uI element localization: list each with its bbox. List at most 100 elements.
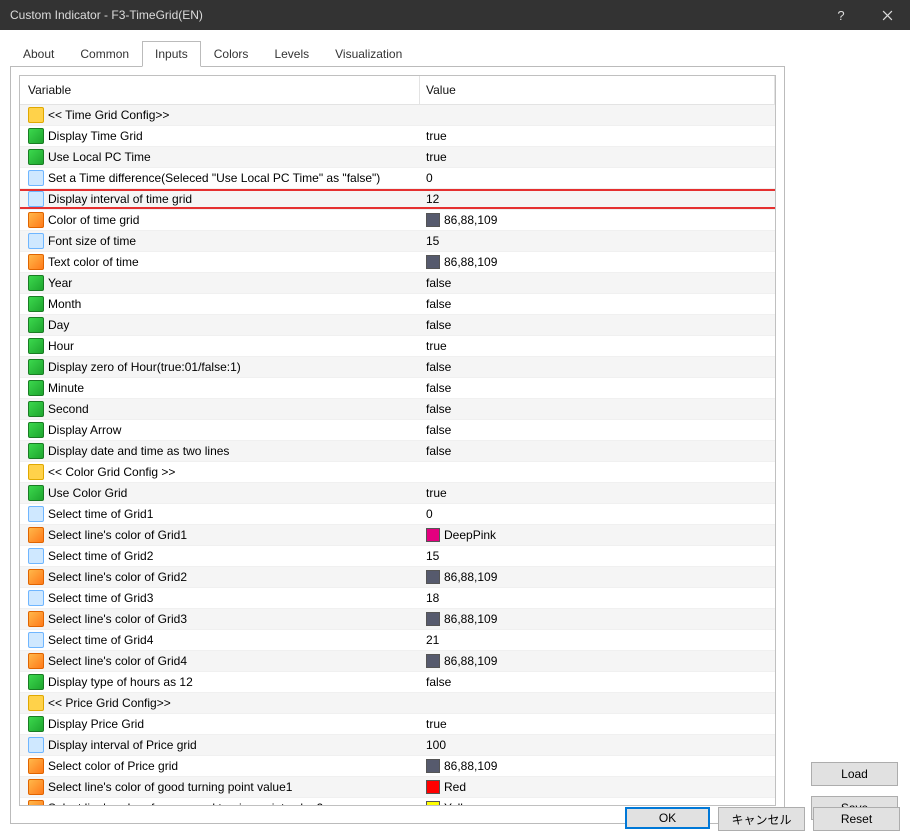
variable-cell: Select time of Grid2: [20, 546, 420, 566]
variable-name: Font size of time: [48, 234, 136, 248]
value-cell[interactable]: 86,88,109: [420, 210, 775, 230]
variable-cell: Display Price Grid: [20, 714, 420, 734]
table-row[interactable]: Select line's color of Grid386,88,109: [20, 609, 775, 630]
reset-button[interactable]: Reset: [813, 807, 900, 831]
close-button[interactable]: [864, 0, 910, 30]
value-cell[interactable]: false: [420, 672, 775, 692]
value-cell[interactable]: false: [420, 357, 775, 377]
table-row[interactable]: Select line's color of Grid286,88,109: [20, 567, 775, 588]
value-cell[interactable]: 0: [420, 504, 775, 524]
value-cell[interactable]: false: [420, 315, 775, 335]
table-row[interactable]: Use Color Gridtrue: [20, 483, 775, 504]
value-cell[interactable]: false: [420, 273, 775, 293]
value-cell[interactable]: 86,88,109: [420, 567, 775, 587]
table-row[interactable]: Color of time grid86,88,109: [20, 210, 775, 231]
tab-levels[interactable]: Levels: [261, 41, 322, 67]
header-variable[interactable]: Variable: [20, 76, 420, 104]
variable-cell: Day: [20, 315, 420, 335]
value-cell[interactable]: 100: [420, 735, 775, 755]
table-row[interactable]: Set a Time difference(Seleced "Use Local…: [20, 168, 775, 189]
value-cell[interactable]: false: [420, 399, 775, 419]
variable-name: Select time of Grid1: [48, 507, 153, 521]
value-cell[interactable]: Red: [420, 777, 775, 797]
tab-colors[interactable]: Colors: [201, 41, 262, 67]
table-row[interactable]: Display Time Gridtrue: [20, 126, 775, 147]
value-cell[interactable]: true: [420, 147, 775, 167]
value-cell[interactable]: [420, 462, 775, 482]
value-cell[interactable]: false: [420, 378, 775, 398]
table-row[interactable]: Monthfalse: [20, 294, 775, 315]
value-cell[interactable]: 86,88,109: [420, 252, 775, 272]
table-row[interactable]: Text color of time 86,88,109: [20, 252, 775, 273]
load-button[interactable]: Load: [811, 762, 898, 786]
value-cell[interactable]: Yellow: [420, 798, 775, 805]
table-row[interactable]: << Price Grid Config>>: [20, 693, 775, 714]
table-row[interactable]: Display Arrowfalse: [20, 420, 775, 441]
value-cell[interactable]: DeepPink: [420, 525, 775, 545]
value-cell[interactable]: 15: [420, 546, 775, 566]
variable-name: Hour: [48, 339, 74, 353]
table-row[interactable]: Display type of hours as 12false: [20, 672, 775, 693]
tab-common[interactable]: Common: [67, 41, 142, 67]
number-type-icon: [28, 632, 44, 648]
table-row[interactable]: Select line's color of Grid1 DeepPink: [20, 525, 775, 546]
tab-visualization[interactable]: Visualization: [322, 41, 415, 67]
variable-name: Text color of time: [48, 255, 139, 269]
header-value[interactable]: Value: [420, 76, 775, 104]
table-row[interactable]: Display interval of Price grid100: [20, 735, 775, 756]
value-cell[interactable]: 86,88,109: [420, 651, 775, 671]
value-cell[interactable]: true: [420, 336, 775, 356]
value-cell[interactable]: false: [420, 294, 775, 314]
table-row[interactable]: Select time of Grid215: [20, 546, 775, 567]
table-row[interactable]: Display zero of Hour(true:01/false:1)fal…: [20, 357, 775, 378]
value-cell[interactable]: true: [420, 126, 775, 146]
variable-cell: Display date and time as two lines: [20, 441, 420, 461]
value-cell[interactable]: 86,88,109: [420, 609, 775, 629]
color-swatch: [426, 654, 440, 668]
value-cell[interactable]: false: [420, 441, 775, 461]
table-row[interactable]: Display interval of time grid12: [20, 189, 775, 210]
table-row[interactable]: Display Price Gridtrue: [20, 714, 775, 735]
ok-button[interactable]: OK: [625, 807, 710, 829]
value-cell[interactable]: false: [420, 420, 775, 440]
variable-name: Select line's color of Grid1: [48, 528, 187, 542]
tab-inputs[interactable]: Inputs: [142, 41, 201, 67]
table-row[interactable]: Yearfalse: [20, 273, 775, 294]
table-row[interactable]: Select time of Grid1 0: [20, 504, 775, 525]
table-row[interactable]: Use Local PC Timetrue: [20, 147, 775, 168]
value-cell[interactable]: 12: [420, 189, 775, 209]
table-row[interactable]: Secondfalse: [20, 399, 775, 420]
variable-cell: << Time Grid Config>>: [20, 105, 420, 125]
help-button[interactable]: ?: [818, 0, 864, 30]
table-row[interactable]: Select line's color of more good turning…: [20, 798, 775, 805]
number-type-icon: [28, 191, 44, 207]
table-row[interactable]: Minutefalse: [20, 378, 775, 399]
table-row[interactable]: << Time Grid Config>>: [20, 105, 775, 126]
close-icon: [882, 10, 893, 21]
table-row[interactable]: Select time of Grid421: [20, 630, 775, 651]
table-row[interactable]: Font size of time 15: [20, 231, 775, 252]
value-cell[interactable]: 18: [420, 588, 775, 608]
value-cell[interactable]: true: [420, 714, 775, 734]
table-row[interactable]: Select line's color of good turning poin…: [20, 777, 775, 798]
variable-name: << Price Grid Config>>: [48, 696, 171, 710]
tab-about[interactable]: About: [10, 41, 67, 67]
value-cell[interactable]: [420, 693, 775, 713]
number-type-icon: [28, 506, 44, 522]
value-cell[interactable]: 86,88,109: [420, 756, 775, 776]
value-cell[interactable]: true: [420, 483, 775, 503]
table-row[interactable]: Hour true: [20, 336, 775, 357]
table-row[interactable]: Display date and time as two linesfalse: [20, 441, 775, 462]
value-cell[interactable]: 0: [420, 168, 775, 188]
table-row[interactable]: Dayfalse: [20, 315, 775, 336]
table-row[interactable]: Select color of Price grid86,88,109: [20, 756, 775, 777]
table-row[interactable]: Select time of Grid318: [20, 588, 775, 609]
value-cell[interactable]: [420, 105, 775, 125]
color-swatch: [426, 612, 440, 626]
value-cell[interactable]: 15: [420, 231, 775, 251]
table-row[interactable]: Select line's color of Grid486,88,109: [20, 651, 775, 672]
value-cell[interactable]: 21: [420, 630, 775, 650]
variable-cell: Text color of time: [20, 252, 420, 272]
cancel-button[interactable]: キャンセル: [718, 807, 805, 831]
table-row[interactable]: << Color Grid Config >>: [20, 462, 775, 483]
